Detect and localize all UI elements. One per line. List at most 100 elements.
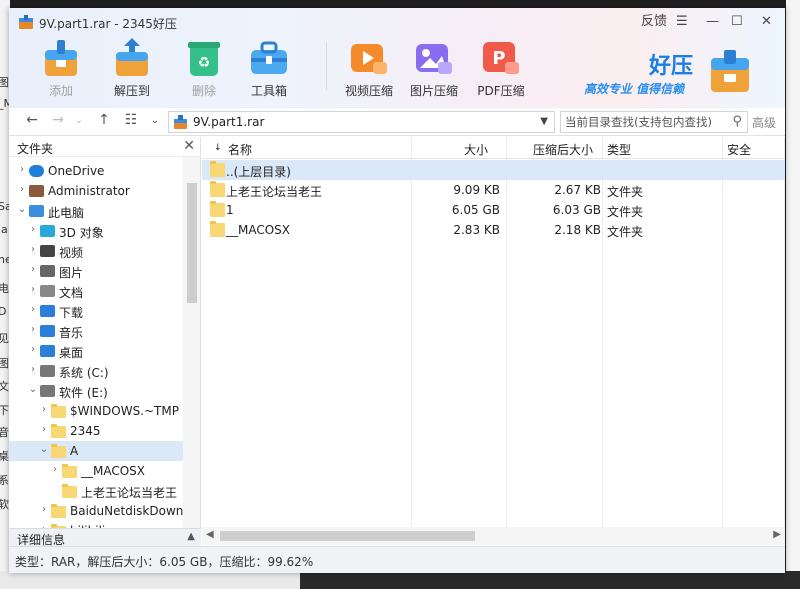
column-size[interactable]: 大小 bbox=[464, 141, 488, 158]
file-row[interactable]: 1 6.05 GB 6.03 GB 文件夹 bbox=[202, 200, 785, 220]
tree-item[interactable]: › OneDrive bbox=[9, 161, 183, 181]
maximize-button[interactable]: ☐ bbox=[731, 12, 743, 32]
column-security[interactable]: 安全 bbox=[727, 141, 751, 158]
tree-item[interactable]: › Administrator bbox=[9, 181, 183, 201]
pdf-compress-button[interactable]: P PDF压缩 bbox=[471, 36, 531, 102]
tree-item[interactable]: ⌄ 软件 (E:) bbox=[9, 381, 183, 401]
folder-icon bbox=[210, 181, 225, 197]
chevron-right-icon[interactable]: › bbox=[28, 284, 38, 295]
chevron-down-icon[interactable]: ⌄ bbox=[28, 384, 38, 395]
window-title: 9V.part1.rar - 2345好压 bbox=[39, 17, 177, 31]
path-dropdown-icon[interactable]: ▼ bbox=[540, 116, 548, 127]
tree-item[interactable]: 上老王论坛当老王 bbox=[9, 481, 183, 501]
tree-item[interactable]: › 文档 bbox=[9, 281, 183, 301]
image-compress-button[interactable]: 图片压缩 bbox=[404, 36, 464, 102]
path-text: 9V.part1.rar bbox=[193, 115, 265, 129]
file-name: __MACOSX bbox=[226, 223, 291, 237]
chevron-down-icon[interactable]: ⌄ bbox=[17, 204, 27, 215]
view-mode-icon[interactable]: ☷ bbox=[122, 112, 140, 128]
chevron-right-icon[interactable]: › bbox=[39, 404, 49, 415]
tree-item[interactable]: › 下载 bbox=[9, 301, 183, 321]
background-text-fragment: la bbox=[0, 223, 8, 236]
chevron-right-icon[interactable]: › bbox=[39, 424, 49, 435]
scroll-right-icon[interactable]: ▶ bbox=[773, 529, 781, 540]
chevron-right-icon[interactable]: › bbox=[28, 244, 38, 255]
expand-up-icon[interactable]: ▲ bbox=[187, 531, 195, 542]
detail-info-panel[interactable]: 详细信息 ▲ bbox=[9, 528, 201, 547]
tree-item[interactable]: › 3D 对象 bbox=[9, 221, 183, 241]
background-text-fragment: 图 bbox=[0, 76, 9, 89]
tree-item[interactable]: › BaiduNetdiskDownl bbox=[9, 501, 187, 521]
column-header: ↓ 名称 大小 压缩后大小 类型 安全 bbox=[202, 137, 785, 159]
chevron-right-icon[interactable]: › bbox=[17, 164, 27, 175]
folder-icon bbox=[62, 484, 77, 498]
column-compressed[interactable]: 压缩后大小 bbox=[533, 141, 593, 158]
file-name: 上老王论坛当老王 bbox=[226, 185, 323, 199]
folder-icon bbox=[51, 444, 66, 458]
tree-item[interactable]: › 音乐 bbox=[9, 321, 183, 341]
chevron-right-icon[interactable]: › bbox=[50, 464, 60, 475]
horizontal-scrollbar[interactable]: ◀ ▶ bbox=[202, 527, 785, 545]
menu-icon[interactable]: ☰ bbox=[676, 12, 688, 32]
user-icon bbox=[29, 185, 44, 197]
chevron-right-icon[interactable]: › bbox=[28, 304, 38, 315]
tree-item-label: 3D 对象 bbox=[59, 226, 104, 240]
add-button[interactable]: 添加 bbox=[31, 36, 91, 102]
drive-icon bbox=[40, 365, 55, 377]
chevron-right-icon[interactable]: › bbox=[17, 184, 27, 195]
close-pane-icon[interactable]: ✕ bbox=[183, 138, 195, 154]
video-compress-button[interactable]: 视频压缩 bbox=[339, 36, 399, 102]
chevron-right-icon[interactable]: › bbox=[39, 504, 49, 515]
tree-item-label: 软件 (E:) bbox=[59, 386, 108, 400]
up-arrow-icon[interactable]: ↑ bbox=[95, 112, 113, 128]
file-row[interactable]: __MACOSX 2.83 KB 2.18 KB 文件夹 bbox=[202, 220, 785, 240]
computer-icon bbox=[29, 205, 44, 217]
recycle-icon: ♻ bbox=[182, 36, 226, 80]
folder-icon bbox=[51, 404, 66, 418]
column-type[interactable]: 类型 bbox=[607, 141, 631, 158]
minimize-button[interactable]: — bbox=[706, 12, 719, 32]
extract-to-button[interactable]: 解压到 bbox=[102, 36, 162, 102]
tree-item[interactable]: › 桌面 bbox=[9, 341, 183, 361]
chevron-right-icon[interactable]: › bbox=[28, 264, 38, 275]
tree-item[interactable]: › 2345 bbox=[9, 421, 183, 441]
path-bar[interactable]: 9V.part1.rar ▼ bbox=[168, 111, 555, 133]
advanced-search-button[interactable]: 高级 bbox=[752, 114, 776, 131]
tree-item[interactable]: › 系统 (C:) bbox=[9, 361, 183, 381]
chevron-right-icon[interactable]: › bbox=[28, 364, 38, 375]
tree-item[interactable]: › 图片 bbox=[9, 261, 183, 281]
view-chevron-icon[interactable]: ⌄ bbox=[146, 115, 164, 126]
tree-item[interactable]: ⌄ 此电脑 bbox=[9, 201, 183, 221]
tree-item[interactable]: ⌄ A bbox=[9, 441, 183, 461]
tree-item[interactable]: › 视频 bbox=[9, 241, 183, 261]
tree-scrollbar[interactable] bbox=[183, 157, 200, 545]
chevron-right-icon[interactable]: › bbox=[28, 344, 38, 355]
music-icon bbox=[40, 325, 55, 337]
background-text-fragment: 下 bbox=[0, 404, 9, 417]
back-arrow-icon[interactable]: ← bbox=[23, 112, 41, 128]
close-button[interactable]: ✕ bbox=[761, 12, 772, 32]
drive-icon bbox=[40, 385, 55, 397]
tree-item[interactable]: › $WINDOWS.~TMP bbox=[9, 401, 183, 421]
forward-arrow-icon[interactable]: → bbox=[49, 112, 67, 128]
scroll-left-icon[interactable]: ◀ bbox=[206, 529, 214, 540]
tree-item-label: BaiduNetdiskDownl bbox=[70, 504, 187, 518]
parent-directory-row[interactable]: ..(上层目录) bbox=[202, 160, 785, 180]
chevron-down-icon[interactable]: ⌄ bbox=[39, 444, 49, 455]
delete-button[interactable]: ♻ 删除 bbox=[174, 36, 234, 102]
feedback-button[interactable]: 反馈 bbox=[641, 12, 667, 32]
chevron-right-icon[interactable]: › bbox=[28, 324, 38, 335]
search-input[interactable] bbox=[565, 114, 725, 130]
history-chevron-icon[interactable]: ⌄ bbox=[70, 115, 88, 126]
toolbox-button[interactable]: 工具箱 bbox=[239, 36, 299, 102]
search-icon[interactable]: ⚲ bbox=[732, 114, 742, 129]
background-text-fragment: 软 bbox=[0, 498, 9, 511]
sort-down-icon: ↓ bbox=[214, 143, 222, 153]
chevron-right-icon[interactable]: › bbox=[28, 224, 38, 235]
column-name[interactable]: 名称 bbox=[228, 141, 252, 158]
file-row[interactable]: 上老王论坛当老王 9.09 KB 2.67 KB 文件夹 bbox=[202, 180, 785, 200]
desktop-background-bottom bbox=[0, 571, 800, 589]
background-text-fragment: 桌 bbox=[0, 450, 9, 463]
tree-item[interactable]: › __MACOSX bbox=[9, 461, 183, 481]
desktop-background-right bbox=[786, 0, 800, 589]
